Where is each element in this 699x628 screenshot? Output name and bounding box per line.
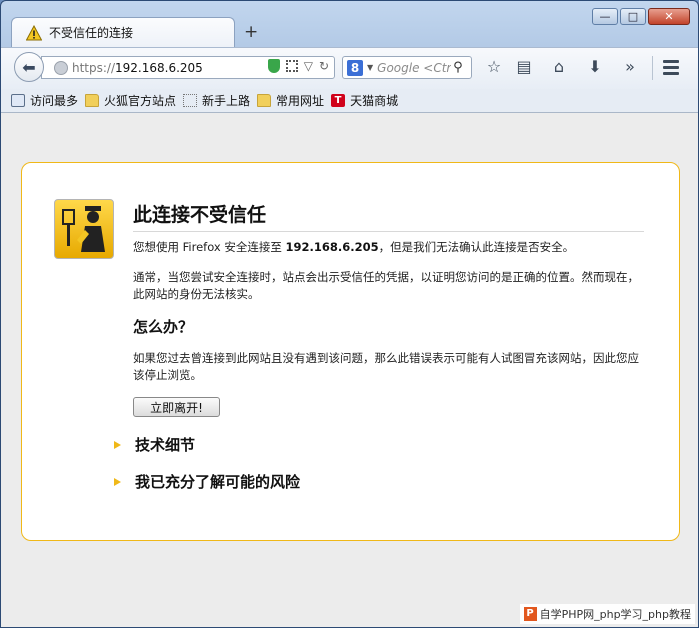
bookmark-tmall[interactable]: T 天猫商城 xyxy=(331,92,398,109)
maximize-button[interactable]: □ xyxy=(620,8,646,25)
search-engine-icon[interactable]: 8 xyxy=(347,59,363,76)
tv-icon xyxy=(11,94,25,107)
technical-details-expander[interactable]: 技术细节 xyxy=(114,434,195,455)
bookmark-star-icon[interactable]: ☆ xyxy=(483,57,505,76)
blank-page-icon xyxy=(183,94,198,107)
hamburger-menu-icon[interactable] xyxy=(663,60,679,78)
tmall-icon: T xyxy=(331,94,346,107)
identity-officer-icon xyxy=(54,199,114,259)
error-description: 您想使用 Firefox 安全连接至 192.168.6.205，但是我们无法确… xyxy=(133,239,645,256)
tab-title: 不受信任的连接 xyxy=(49,26,134,40)
reload-icon[interactable]: ↻ xyxy=(319,59,329,73)
bookmark-label: 天猫商城 xyxy=(350,94,399,108)
error-title: 此连接不受信任 xyxy=(133,200,644,232)
back-arrow-icon: ⬅ xyxy=(22,57,36,77)
tab-untrusted-connection[interactable]: 不受信任的连接 xyxy=(11,17,235,47)
window-controls: — □ ✕ xyxy=(590,8,690,25)
qr-code-icon[interactable] xyxy=(285,60,298,72)
download-icon[interactable]: ⬇ xyxy=(584,57,606,76)
globe-icon xyxy=(54,60,68,75)
page-content: 此连接不受信任 您想使用 Firefox 安全连接至 192.168.6.205… xyxy=(1,113,698,627)
bookmark-label: 火狐官方站点 xyxy=(104,94,177,108)
desc-suffix: ，但是我们无法确认此连接是否安全。 xyxy=(378,240,575,254)
error-explanation: 通常，当您尝试安全连接时，站点会出示受信任的凭据，以证明您访问的是正确的位置。然… xyxy=(133,270,639,301)
minimize-button[interactable]: — xyxy=(592,8,618,25)
bookmark-getting-started[interactable]: 新手上路 xyxy=(183,92,250,109)
navigation-toolbar: https:// 192.168.6.205 ▽ ↻ ⬅ 8 ▼ Google … xyxy=(1,47,698,90)
browser-window: 不受信任的连接 + — □ ✕ https:// 192.168.6.205 ▽… xyxy=(0,0,699,628)
bookmark-most-visited[interactable]: 访问最多 xyxy=(11,92,78,109)
desc-host: 192.168.6.205 xyxy=(285,240,379,254)
understand-risks-expander[interactable]: 我已充分了解可能的风险 xyxy=(114,471,300,492)
bookmark-label: 常用网址 xyxy=(276,94,325,108)
search-engine-dropdown-icon[interactable]: ▼ xyxy=(367,63,373,72)
toolbar-divider xyxy=(652,56,653,80)
folder-icon xyxy=(85,94,100,107)
search-input[interactable]: Google <Ctrl+K> xyxy=(377,61,451,75)
close-button[interactable]: ✕ xyxy=(648,8,690,25)
bookmark-common-sites[interactable]: 常用网址 xyxy=(257,92,324,109)
search-bar[interactable]: 8 ▼ Google <Ctrl+K> ⚲ xyxy=(342,56,472,79)
dropdown-arrow-icon[interactable]: ▽ xyxy=(304,59,313,73)
back-button[interactable]: ⬅ xyxy=(14,52,44,82)
url-host: 192.168.6.205 xyxy=(115,60,203,75)
home-icon[interactable]: ⌂ xyxy=(548,57,570,76)
bookmark-label: 新手上路 xyxy=(202,94,251,108)
expand-triangle-icon xyxy=(114,477,121,486)
what-to-do-heading: 怎么办？ xyxy=(133,318,194,336)
bookmarks-menu-icon[interactable]: ▤ xyxy=(513,57,535,76)
folder-icon xyxy=(257,94,272,107)
expander-label: 我已充分了解可能的风险 xyxy=(135,473,301,491)
url-scheme: https:// xyxy=(72,60,116,75)
overflow-chevron-icon[interactable]: » xyxy=(619,57,641,76)
get-me-out-button[interactable]: 立即离开! xyxy=(133,397,220,417)
warning-icon xyxy=(26,24,42,40)
watermark-logo-icon: P xyxy=(523,607,537,621)
url-bar[interactable]: https:// 192.168.6.205 ▽ ↻ xyxy=(41,56,335,79)
watermark: P 自学PHP网_php学习_php教程 xyxy=(519,604,695,624)
search-icon[interactable]: ⚲ xyxy=(453,60,463,75)
desc-prefix: 您想使用 Firefox 安全连接至 xyxy=(133,240,286,254)
expand-triangle-icon xyxy=(114,440,121,449)
bookmarks-toolbar: 访问最多 火狐官方站点 新手上路 常用网址 T 天猫商城 xyxy=(1,89,698,113)
bookmark-firefox-official[interactable]: 火狐官方站点 xyxy=(85,92,176,109)
what-to-do-text: 如果您过去曾连接到此网站且没有遇到该问题，那么此错误表示可能有人试图冒充该网站，… xyxy=(133,351,639,382)
error-box: 此连接不受信任 您想使用 Firefox 安全连接至 192.168.6.205… xyxy=(21,162,680,541)
new-tab-button[interactable]: + xyxy=(244,22,258,42)
expander-label: 技术细节 xyxy=(135,436,196,454)
bookmark-label: 访问最多 xyxy=(30,94,79,108)
shield-icon[interactable] xyxy=(267,59,280,73)
watermark-text: 自学PHP网_php学习_php教程 xyxy=(539,608,691,621)
url-bar-icons: ▽ ↻ xyxy=(267,59,329,73)
